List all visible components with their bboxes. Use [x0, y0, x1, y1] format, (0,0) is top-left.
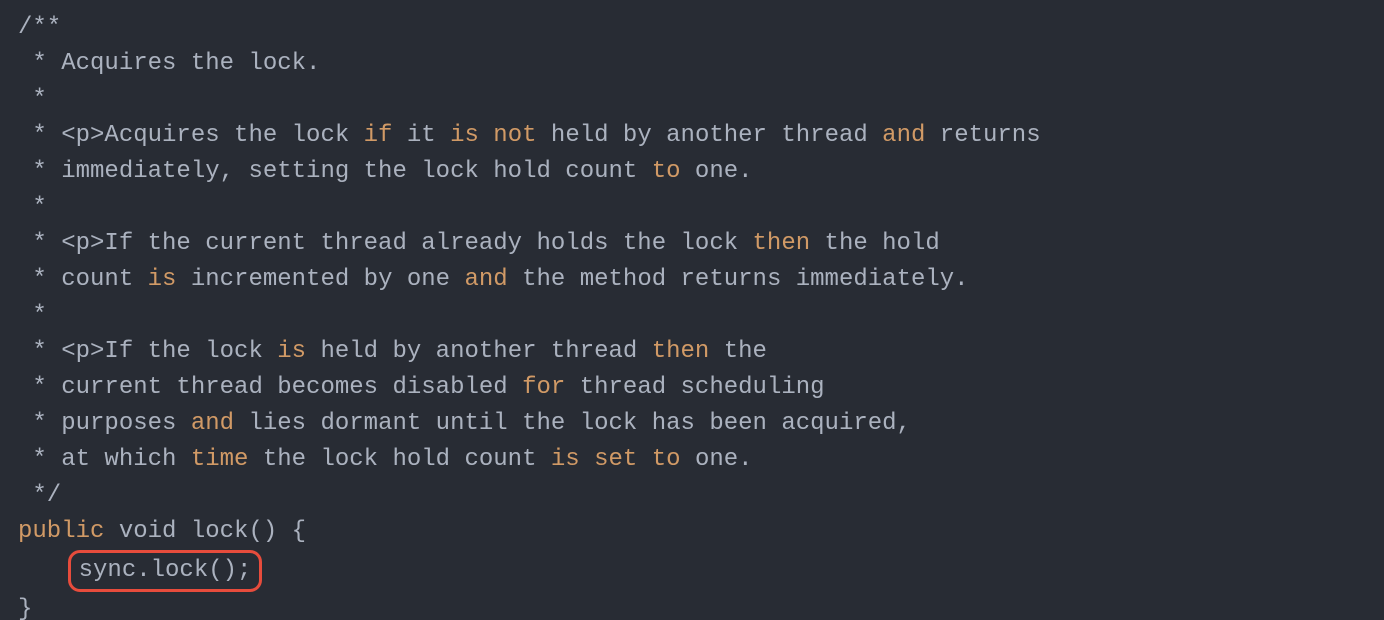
- highlighted-statement: sync.lock();: [68, 550, 263, 592]
- code-text: the hold: [810, 230, 940, 257]
- keyword-then: then: [652, 338, 710, 365]
- code-text: * <p>If the lock: [18, 338, 277, 365]
- code-text: thread scheduling: [565, 374, 824, 401]
- code-text: the: [709, 338, 767, 365]
- code-text: * <p>Acquires the lock: [18, 122, 364, 149]
- code-text: [637, 446, 651, 473]
- code-line: *: [18, 86, 47, 113]
- keyword-is: is: [551, 446, 580, 473]
- keyword-and: and: [464, 266, 507, 293]
- code-text: the method returns immediately.: [508, 266, 969, 293]
- keyword-time: time: [191, 446, 249, 473]
- indent: [18, 557, 76, 584]
- code-text: held by another thread: [537, 122, 883, 149]
- keyword-not: not: [493, 122, 536, 149]
- code-text: held by another thread: [306, 338, 652, 365]
- code-text: * current thread becomes disabled: [18, 374, 522, 401]
- code-text: void lock() {: [104, 518, 306, 545]
- code-text: sync.lock();: [79, 557, 252, 584]
- keyword-is: is: [450, 122, 479, 149]
- keyword-is: is: [277, 338, 306, 365]
- code-text: * immediately, setting the lock hold cou…: [18, 158, 652, 185]
- code-block: /** * Acquires the lock. * * <p>Acquires…: [0, 0, 1384, 620]
- keyword-if: if: [364, 122, 393, 149]
- keyword-is: is: [148, 266, 177, 293]
- code-line: */: [18, 482, 61, 509]
- code-line: *: [18, 302, 47, 329]
- keyword-to: to: [652, 446, 681, 473]
- keyword-public: public: [18, 518, 104, 545]
- keyword-and: and: [191, 410, 234, 437]
- code-text: returns: [925, 122, 1040, 149]
- keyword-to: to: [652, 158, 681, 185]
- code-text: the lock hold count: [248, 446, 550, 473]
- code-line: /**: [18, 14, 61, 41]
- code-text: one.: [681, 446, 753, 473]
- keyword-then: then: [753, 230, 811, 257]
- code-text: incremented by one: [176, 266, 464, 293]
- code-text: [580, 446, 594, 473]
- code-text: * at which: [18, 446, 191, 473]
- code-line: }: [18, 596, 32, 620]
- code-text: * purposes: [18, 410, 191, 437]
- keyword-for: for: [522, 374, 565, 401]
- code-text: it: [392, 122, 450, 149]
- code-text: * count: [18, 266, 148, 293]
- code-text: one.: [681, 158, 753, 185]
- code-line: * Acquires the lock.: [18, 50, 320, 77]
- code-text: * <p>If the current thread already holds…: [18, 230, 753, 257]
- keyword-and: and: [882, 122, 925, 149]
- code-line: *: [18, 194, 47, 221]
- code-text: lies dormant until the lock has been acq…: [234, 410, 911, 437]
- keyword-set: set: [594, 446, 637, 473]
- code-text: [479, 122, 493, 149]
